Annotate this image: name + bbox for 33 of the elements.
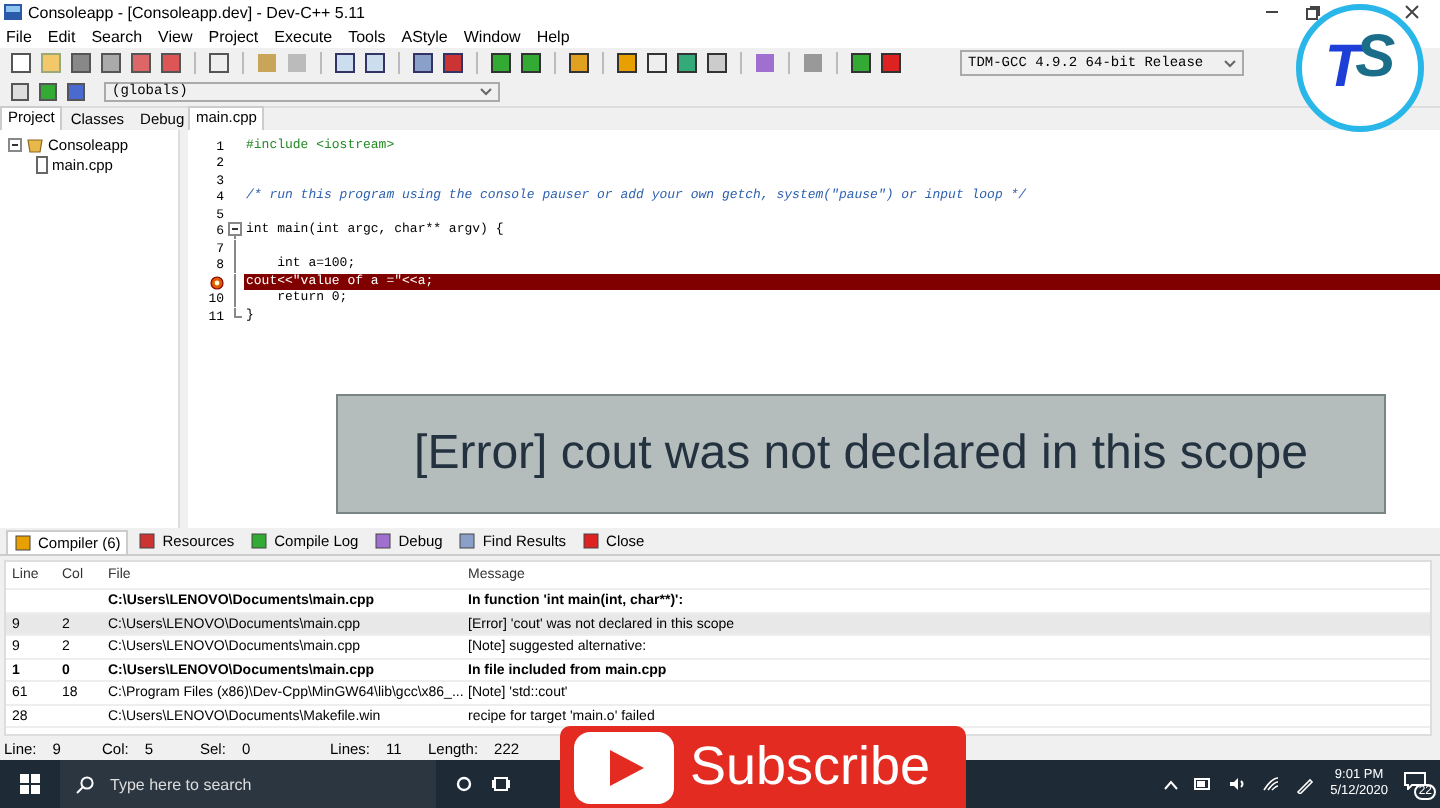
menu-item[interactable]: File	[6, 27, 32, 46]
chevron-icon	[1224, 59, 1236, 68]
menu-item[interactable]: Edit	[47, 27, 76, 46]
close-icon[interactable]	[1404, 4, 1420, 21]
battery-icon[interactable]	[1194, 778, 1213, 791]
app-icon	[4, 4, 22, 21]
menu-item[interactable]: AStyle	[401, 27, 448, 46]
fold-icon[interactable]	[228, 222, 242, 240]
menu-item[interactable]: Tools	[348, 27, 386, 46]
menu-item[interactable]: Execute	[274, 27, 333, 46]
subscribe-button[interactable]: Subscribe	[560, 726, 966, 808]
pen-icon[interactable]	[1296, 775, 1315, 794]
collapse-icon[interactable]	[8, 138, 22, 153]
volume-icon[interactable]	[1228, 776, 1247, 793]
window-title: Consoleapp - [Consoleapp.dev] - Dev-C++ 5.11	[28, 3, 365, 22]
menu-item[interactable]: Help	[536, 27, 570, 46]
menu-item[interactable]: View	[158, 27, 193, 46]
task-view-icon[interactable]	[492, 776, 510, 793]
cortana-icon[interactable]	[456, 776, 472, 793]
play-icon	[574, 731, 674, 803]
taskbar-search-field[interactable]: Type here to search	[60, 760, 436, 808]
chevron-icon	[480, 88, 492, 97]
menu-item[interactable]: Window	[463, 27, 521, 46]
file-icon	[36, 156, 48, 175]
network-icon[interactable]	[1262, 776, 1281, 793]
menu-item[interactable]: Search	[91, 27, 143, 46]
menu-item[interactable]: Project	[208, 27, 259, 46]
project-icon	[26, 136, 44, 155]
windows-start-icon[interactable]	[20, 774, 40, 795]
chevron-up-icon[interactable]	[1164, 779, 1179, 790]
restore-icon[interactable]	[1304, 4, 1320, 21]
error-banner: [Error] cout was not declared in this scope	[336, 394, 1386, 514]
search-icon	[76, 775, 94, 794]
